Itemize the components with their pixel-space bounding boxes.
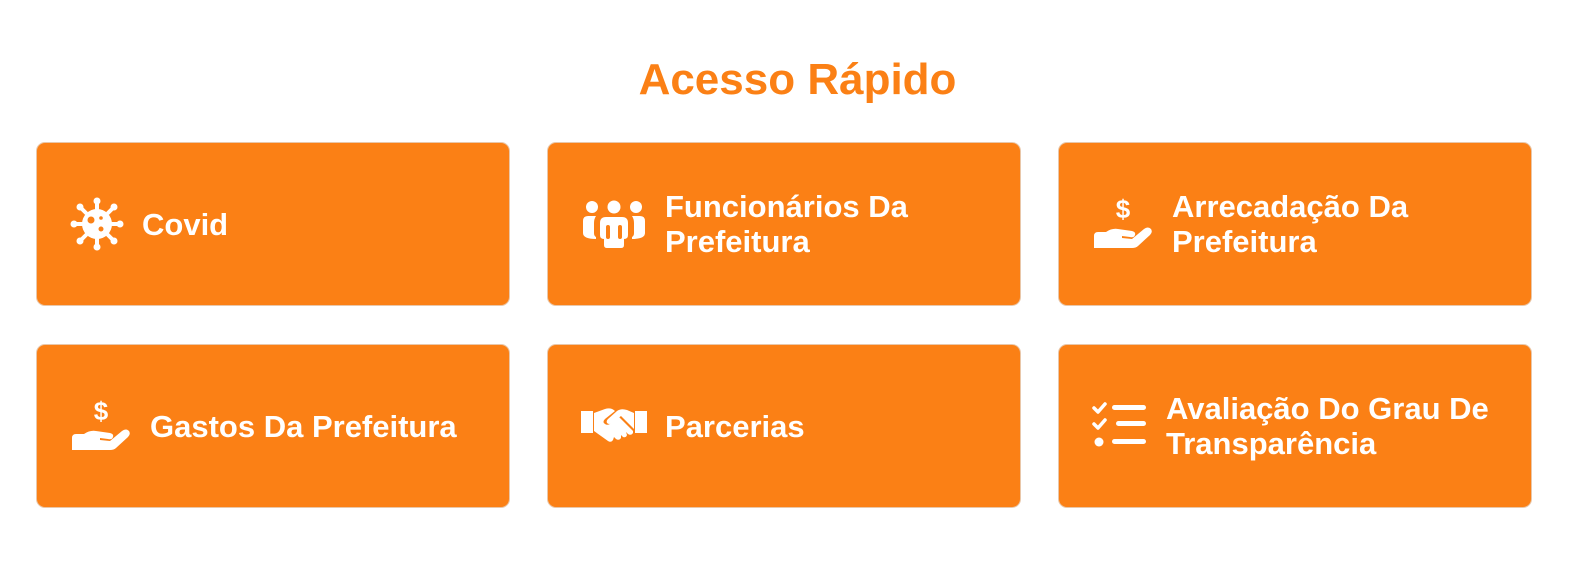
quick-access-card-arrecadacao[interactable]: $ Arrecadação Da Prefeitura [1058,142,1532,306]
card-label: Gastos Da Prefeitura [150,408,457,444]
card-label: Avaliação Do Grau De Transparência [1166,391,1489,461]
people-group-icon [581,199,647,249]
card-label: Funcionários Da Prefeitura [665,189,908,259]
quick-access-card-funcionarios[interactable]: Funcionários Da Prefeitura [547,142,1021,306]
quick-access-card-covid[interactable]: Covid [36,142,510,306]
quick-access-card-gastos[interactable]: $ Gastos Da Prefeitura [36,344,510,508]
section-title: Acesso Rápido [638,55,957,104]
hand-holding-dollar-icon: $ [70,398,132,454]
hand-holding-dollar-icon: $ [1092,196,1154,252]
checklist-icon [1092,402,1148,450]
handshake-icon [581,405,647,447]
quick-access-card-parcerias[interactable]: Parcerias [547,344,1021,508]
quick-access-grid: Covid Funcionários Da Prefeitura $ Arrec… [36,142,1532,508]
virus-icon [70,197,124,251]
card-label: Parcerias [665,408,805,444]
svg-text:$: $ [94,398,109,426]
card-label: Arrecadação Da Prefeitura [1172,189,1409,259]
quick-access-section: Acesso Rápido Covid Funcionários Da Pref… [0,0,1595,571]
svg-text:$: $ [1116,196,1131,224]
quick-access-card-avaliacao[interactable]: Avaliação Do Grau De Transparência [1058,344,1532,508]
card-label: Covid [142,206,229,242]
